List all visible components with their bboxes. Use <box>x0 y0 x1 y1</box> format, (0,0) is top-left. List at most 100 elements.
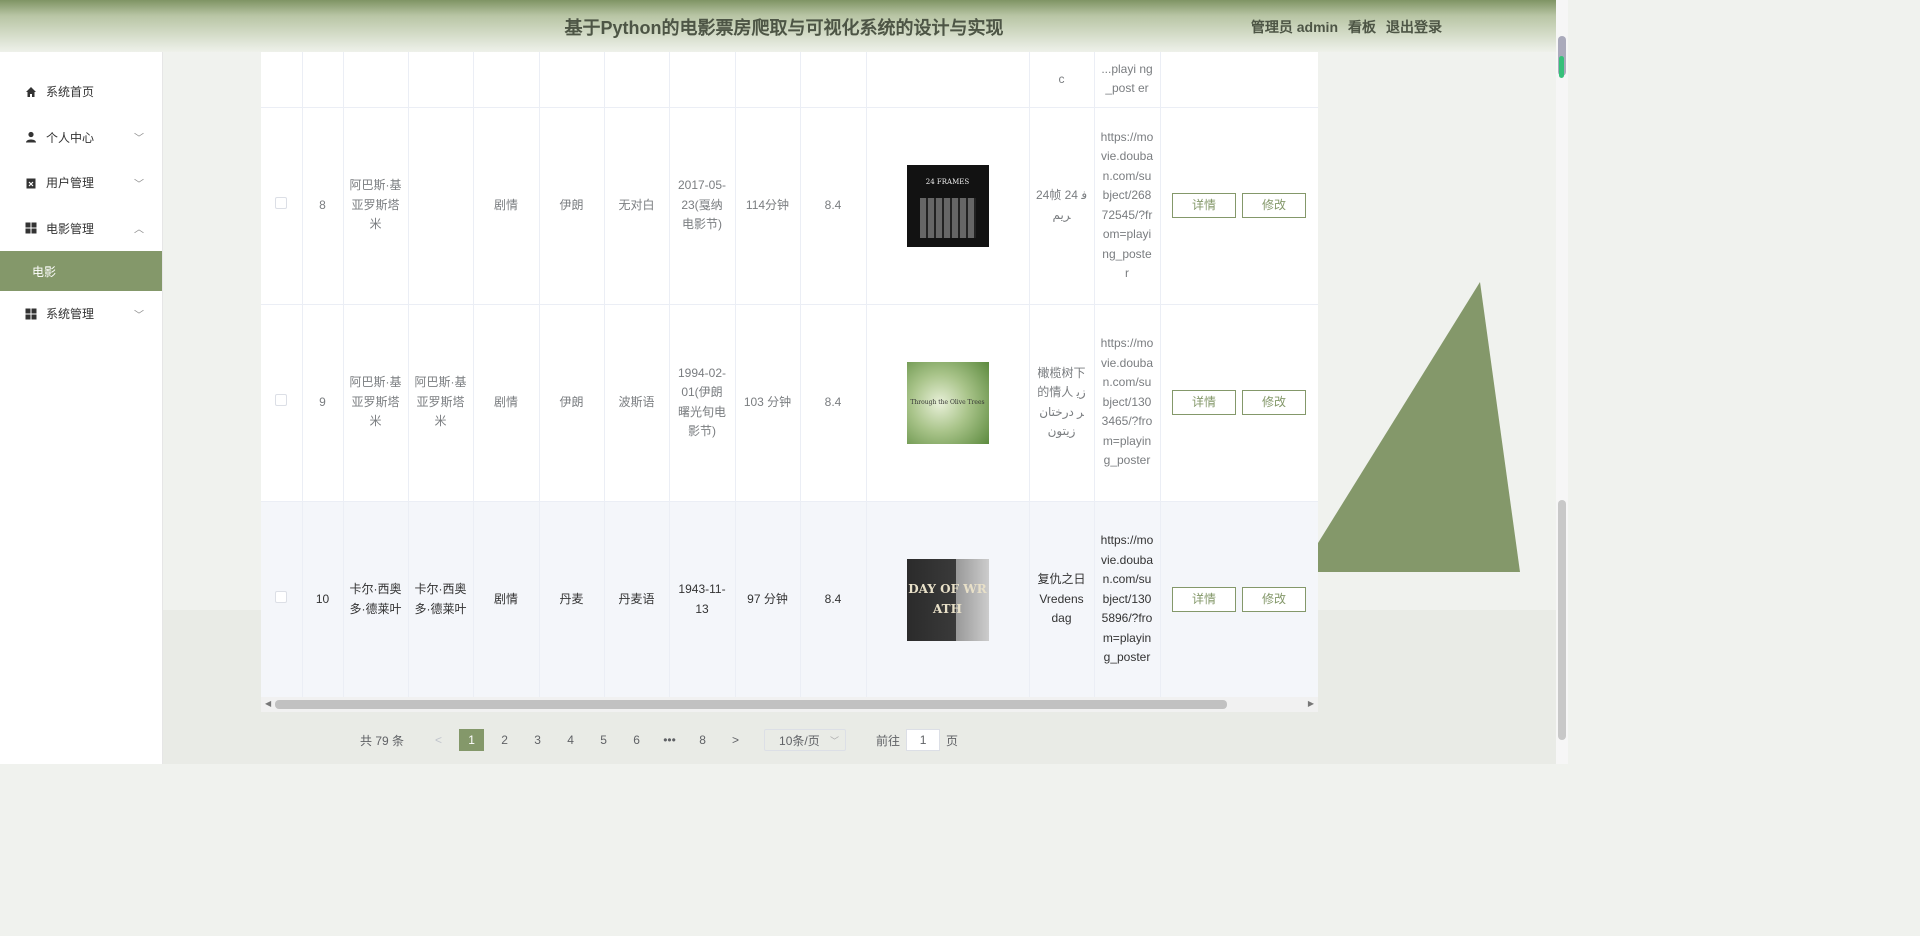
cell-score: 8.4 <box>800 107 867 305</box>
cell-country: 伊朗 <box>539 304 605 502</box>
header-actions: 管理员 admin 看板 退出登录 <box>1251 17 1442 37</box>
detail-button[interactable]: 详情 <box>1172 390 1236 415</box>
scrollbar-indicator <box>1559 56 1564 78</box>
cell-country: 丹麦 <box>539 501 605 699</box>
cell-duration: 114分钟 <box>735 107 801 305</box>
sidebar: 系统首页 个人中心 ﹀ 用户管理 ﹀ 电影管理 ︿ 电影 系统管理 ﹀ <box>0 52 163 764</box>
cell-id: 8 <box>302 107 344 305</box>
sidebar-item-users[interactable]: 用户管理 ﹀ <box>0 160 162 206</box>
poster-title: DAY OF WRATH <box>908 582 987 616</box>
cell-alt-title: c <box>1029 52 1095 108</box>
admin-label: 管理员 admin <box>1250 19 1338 35</box>
table-row[interactable]: 8 阿巴斯·基亚罗斯塔米 剧情 伊朗 无对白 2017-05-23(戛纳电影节)… <box>261 107 1318 305</box>
cell-country: 伊朗 <box>539 107 605 305</box>
detail-button[interactable]: 详情 <box>1172 587 1236 612</box>
cell-alt-title: 橄榄树下的情人 زیر درختان زیتون <box>1029 304 1095 502</box>
page-5[interactable]: 5 <box>591 729 616 751</box>
goto-page: 前往 页 <box>876 729 958 751</box>
row-checkbox[interactable] <box>275 393 288 406</box>
row-checkbox[interactable] <box>275 196 288 209</box>
chevron-down-icon: ﹀ <box>830 735 840 746</box>
cell-language: 无对白 <box>604 107 670 305</box>
edit-button[interactable]: 修改 <box>1242 193 1306 218</box>
background-triangle <box>1300 282 1520 572</box>
edit-button[interactable]: 修改 <box>1242 390 1306 415</box>
sidebar-item-label: 系统管理 <box>46 307 95 322</box>
grid-icon <box>24 307 38 321</box>
cell-url: ...playi ng_post er <box>1094 52 1161 108</box>
page-4[interactable]: 4 <box>558 729 583 751</box>
row-checkbox[interactable] <box>275 590 288 603</box>
cell-alt-title: 24帧 24 فریم <box>1029 107 1095 305</box>
cell-writer: 卡尔·西奥多·德莱叶 <box>408 501 474 699</box>
movie-table-panel: c ...playi ng_post er 8 阿巴斯·基亚罗斯塔米 剧情 伊朗… <box>261 52 1318 712</box>
movie-poster-image: Through the Olive Trees <box>906 361 989 444</box>
scrollbar-thumb[interactable] <box>1558 500 1566 740</box>
vertical-scrollbar[interactable] <box>1556 0 1568 764</box>
scroll-right-icon[interactable]: ▶ <box>1308 699 1314 708</box>
movie-poster-image: 24 FRAMES <box>906 164 989 247</box>
cell-duration: 103 分钟 <box>735 304 801 502</box>
board-link[interactable]: 看板 <box>1348 17 1376 37</box>
cell-genre: 剧情 <box>473 501 540 699</box>
chevron-down-icon: ﹀ <box>134 310 144 322</box>
cell-date: 2017-05-23(戛纳电影节) <box>669 107 736 305</box>
chevron-down-icon: ﹀ <box>134 179 144 191</box>
page-8[interactable]: 8 <box>690 729 715 751</box>
sidebar-item-home[interactable]: 系统首页 <box>0 69 162 115</box>
user-icon <box>24 130 38 144</box>
next-page-button[interactable]: > <box>723 729 748 751</box>
page-3[interactable]: 3 <box>525 729 550 751</box>
total-count: 共 79 条 <box>360 733 405 748</box>
detail-button[interactable]: 详情 <box>1172 193 1236 218</box>
more-pages-button[interactable]: ••• <box>657 729 682 751</box>
sidebar-item-system[interactable]: 系统管理 ﹀ <box>0 291 162 337</box>
sidebar-item-label: 个人中心 <box>46 130 95 145</box>
pagination: 共 79 条 < 1 2 3 4 5 6 ••• 8 > 10条/页 ﹀ 前往 … <box>360 728 958 752</box>
poster-title: Through the Olive Trees <box>910 398 985 406</box>
sidebar-item-movies[interactable]: 电影管理 ︿ <box>0 206 162 252</box>
movie-table: c ...playi ng_post er 8 阿巴斯·基亚罗斯塔米 剧情 伊朗… <box>261 52 1318 699</box>
prev-page-button[interactable]: < <box>426 729 451 751</box>
cell-alt-title: 复仇之日 Vredens dag <box>1029 501 1095 699</box>
cell-date: 1943-11-13 <box>669 501 736 699</box>
cell-writer: 阿巴斯·基亚罗斯塔米 <box>408 304 474 502</box>
chevron-down-icon: ﹀ <box>134 133 144 145</box>
cell-url: https://movie.douban.com/subject/1305896… <box>1094 501 1161 699</box>
cell-director: 阿巴斯·基亚罗斯塔米 <box>343 107 409 305</box>
cell-url: https://movie.douban.com/subject/2687254… <box>1094 107 1161 305</box>
movie-poster-image: DAY OF WRATH <box>906 558 989 641</box>
cell-id: 9 <box>302 304 344 502</box>
cell-director: 卡尔·西奥多·德莱叶 <box>343 501 409 699</box>
page-size-select[interactable]: 10条/页 ﹀ <box>764 729 847 751</box>
sidebar-item-label: 用户管理 <box>46 176 95 191</box>
sidebar-subitem-movie[interactable]: 电影 <box>0 251 162 291</box>
cell-writer <box>408 107 474 305</box>
sidebar-item-profile[interactable]: 个人中心 ﹀ <box>0 115 162 161</box>
scroll-left-icon[interactable]: ◀ <box>265 699 271 708</box>
cell-score: 8.4 <box>800 304 867 502</box>
cell-language: 波斯语 <box>604 304 670 502</box>
cell-duration: 97 分钟 <box>735 501 801 699</box>
page-2[interactable]: 2 <box>492 729 517 751</box>
edit-button[interactable]: 修改 <box>1242 587 1306 612</box>
goto-page-input[interactable] <box>906 729 941 751</box>
table-row[interactable]: 9 阿巴斯·基亚罗斯塔米 阿巴斯·基亚罗斯塔米 剧情 伊朗 波斯语 1994-0… <box>261 304 1318 502</box>
cell-id: 10 <box>302 501 344 699</box>
cell-genre: 剧情 <box>473 107 540 305</box>
page-1[interactable]: 1 <box>459 729 485 751</box>
cell-genre: 剧情 <box>473 304 540 502</box>
scrollbar-thumb[interactable] <box>275 700 1227 709</box>
poster-title: 24 FRAMES <box>925 177 970 186</box>
home-icon <box>24 85 38 99</box>
table-row[interactable]: 10 卡尔·西奥多·德莱叶 卡尔·西奥多·德莱叶 剧情 丹麦 丹麦语 1943-… <box>261 501 1318 699</box>
poster-graphic <box>919 198 976 239</box>
chevron-up-icon: ︿ <box>134 224 144 236</box>
sidebar-item-label: 电影管理 <box>46 221 95 236</box>
goto-label: 前往 <box>876 733 901 748</box>
top-header: 基于Python的电影票房爬取与可视化系统的设计与实现 管理员 admin 看板… <box>0 0 1568 52</box>
horizontal-scrollbar[interactable]: ◀ ▶ <box>261 697 1318 712</box>
page-6[interactable]: 6 <box>624 729 649 751</box>
logout-link[interactable]: 退出登录 <box>1386 17 1442 37</box>
cell-score: 8.4 <box>800 501 867 699</box>
